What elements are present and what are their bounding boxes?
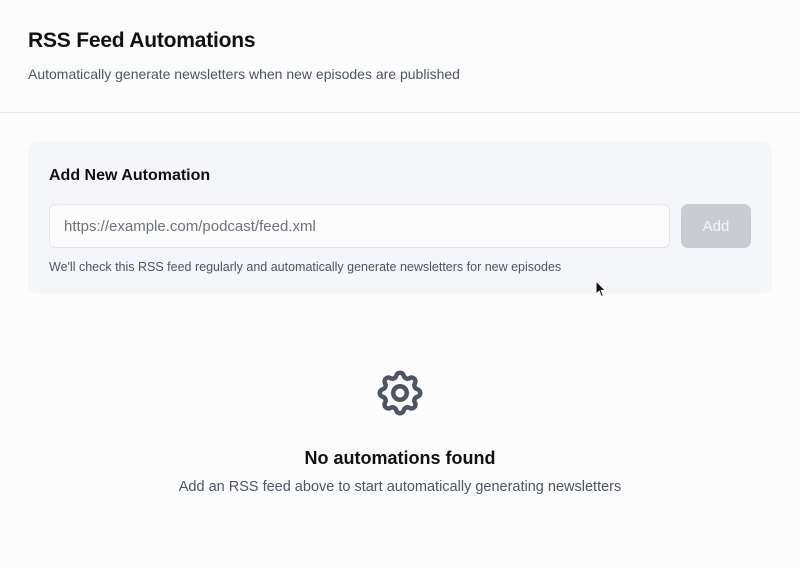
add-automation-card: Add New Automation Add We'll check this …	[28, 142, 772, 294]
helper-text: We'll check this RSS feed regularly and …	[49, 260, 562, 274]
page-header: RSS Feed Automations Automatically gener…	[0, 0, 800, 113]
page-subtitle: Automatically generate newsletters when …	[28, 66, 460, 82]
empty-state-message: Add an RSS feed above to start automatic…	[178, 479, 622, 495]
add-automation-form: Add	[49, 204, 751, 248]
empty-state-title: No automations found	[304, 448, 496, 468]
add-automation-title: Add New Automation	[49, 167, 211, 184]
gear-icon	[377, 370, 423, 416]
rss-automations-page: RSS Feed Automations Automatically gener…	[0, 0, 800, 567]
empty-state: No automations found Add an RSS feed abo…	[0, 366, 800, 497]
mouse-cursor-icon	[595, 280, 607, 298]
rss-url-input[interactable]	[49, 204, 670, 248]
add-button[interactable]: Add	[681, 204, 751, 248]
page-title: RSS Feed Automations	[28, 29, 256, 52]
